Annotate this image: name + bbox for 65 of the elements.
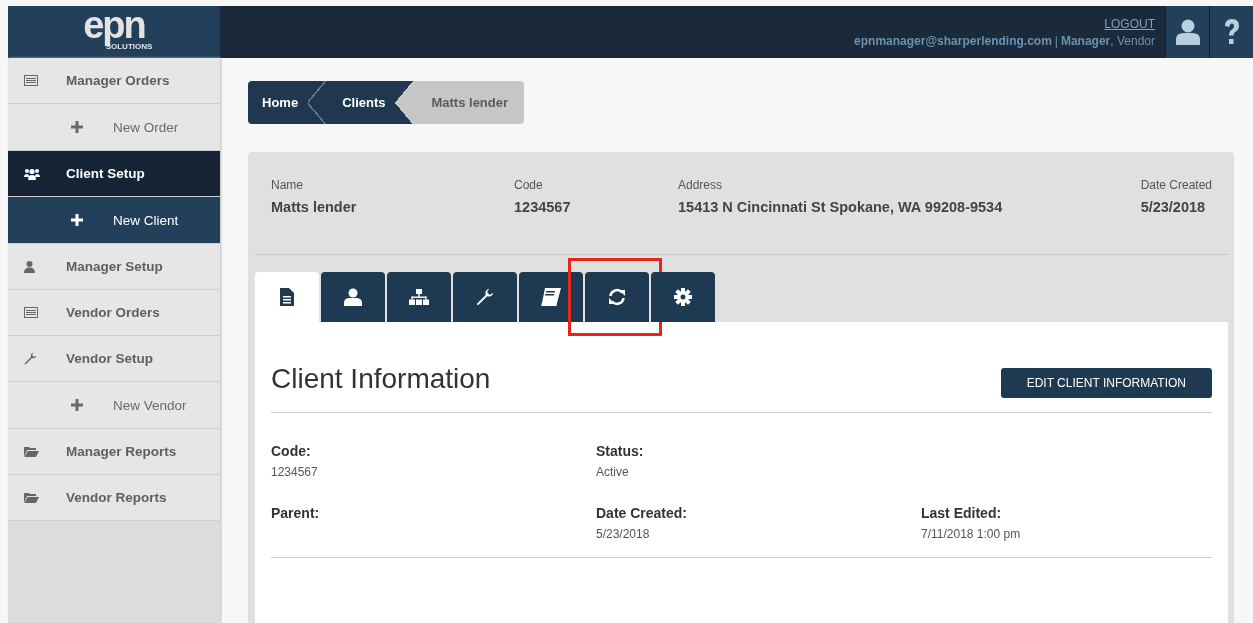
section-title: Client Information — [271, 363, 491, 395]
tab[interactable] — [585, 272, 649, 322]
plus-icon — [71, 399, 83, 411]
plus-icon — [71, 121, 83, 133]
field-label: Code: — [271, 443, 312, 459]
user-role: Manager — [1060, 33, 1111, 48]
field-label: Parent: — [271, 505, 321, 521]
refresh-icon — [608, 288, 626, 306]
users-icon — [24, 167, 40, 180]
summary-value: 15413 N Cincinnati St Spokane, WA 99208-9534 — [678, 198, 1004, 217]
tab[interactable] — [321, 272, 385, 322]
summary-value: Matts lender — [271, 198, 358, 217]
summary-value: 1234567 — [514, 198, 572, 217]
plus-icon — [71, 214, 83, 226]
wrench-icon — [24, 352, 37, 365]
summary-label: Date Created — [1140, 178, 1212, 192]
profile-button[interactable] — [1165, 6, 1209, 58]
field-value: 7/11/2018 1:00 pm — [921, 527, 1022, 541]
tab[interactable] — [651, 272, 715, 322]
breadcrumb-link[interactable]: Clients — [308, 81, 396, 124]
user-email: epnmanager@sharperlending.com — [854, 33, 1052, 48]
sidebar-item[interactable]: Manager Setup — [8, 244, 220, 290]
user-role-extra: , Vendor — [1110, 33, 1155, 48]
tab[interactable] — [519, 272, 583, 322]
field-label: Date Created: — [596, 505, 689, 521]
sidebar-subitem[interactable]: New Client — [8, 197, 220, 244]
book-icon — [541, 288, 561, 306]
summary-label: Name — [271, 178, 304, 192]
breadcrumb-link[interactable]: Home — [248, 81, 309, 124]
field-value: Active — [596, 465, 630, 479]
sidebar-item[interactable]: Manager Orders — [8, 58, 220, 104]
tab[interactable] — [255, 272, 319, 322]
folder-icon — [24, 446, 39, 457]
document-icon — [280, 288, 294, 306]
sidebar-item[interactable]: Client Setup — [8, 151, 220, 197]
sidebar-item[interactable]: Manager Reports — [8, 429, 220, 475]
wrench-icon — [476, 288, 494, 306]
edit-button[interactable]: EDIT CLIENT INFORMATION — [1000, 368, 1212, 398]
summary-value: 5/23/2018 — [1140, 198, 1207, 217]
sidebar-subitem[interactable]: New Vendor — [8, 382, 220, 429]
tab[interactable] — [387, 272, 451, 322]
summary-label: Address — [678, 178, 724, 192]
separator-text: | — [1054, 33, 1058, 48]
breadcrumb-link[interactable]: Matts lender — [395, 81, 525, 124]
question-icon — [1223, 19, 1240, 45]
list-icon — [24, 307, 38, 318]
user-icon — [24, 260, 35, 273]
field-value: 5/23/2018 — [596, 527, 651, 541]
sidebar-item[interactable]: Vendor Orders — [8, 290, 220, 336]
sidebar-item[interactable]: Vendor Reports — [8, 475, 220, 521]
folder-icon — [24, 492, 39, 503]
user-icon — [1175, 19, 1200, 45]
summary-label: Code — [514, 178, 544, 192]
sitemap-icon — [409, 289, 429, 305]
settings-icon — [674, 288, 692, 306]
user-icon — [344, 288, 362, 306]
logout-link[interactable]: LOGOUT — [1104, 16, 1155, 31]
field-label: Last Edited: — [921, 505, 1003, 521]
logo[interactable]: epn SOLUTIONS — [8, 6, 220, 58]
field-label: Status: — [596, 443, 645, 459]
sidebar-subitem[interactable]: New Order — [8, 104, 220, 151]
list-icon — [24, 75, 38, 86]
field-value: 1234567 — [271, 465, 319, 479]
help-button[interactable] — [1209, 6, 1253, 58]
sidebar-item[interactable]: Vendor Setup — [8, 336, 220, 382]
